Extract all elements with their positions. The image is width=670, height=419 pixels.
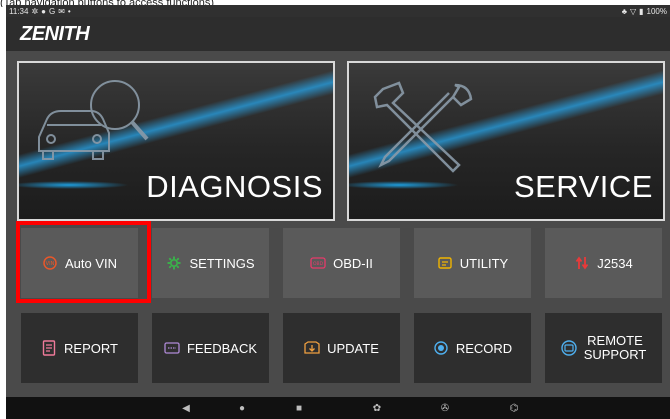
back-icon[interactable]: ◀ xyxy=(176,397,196,419)
screenshot-icon[interactable]: ⌬ xyxy=(504,397,524,419)
diagnosis-button[interactable]: DIAGNOSIS xyxy=(17,61,335,221)
vin-icon: VIN xyxy=(42,255,58,271)
utility-button[interactable]: UTILITY xyxy=(414,228,531,298)
app-bar: ZENITH xyxy=(6,17,670,51)
j2534-icon xyxy=(574,255,590,271)
feedback-button[interactable]: FEEDBACK xyxy=(152,313,269,383)
service-label: SERVICE xyxy=(513,169,653,204)
obd-ii-button[interactable]: OBD OBD-II xyxy=(283,228,400,298)
gear-icon xyxy=(166,255,182,271)
battery-icon: ▮ xyxy=(639,6,644,16)
feedback-label: FEEDBACK xyxy=(186,340,258,356)
home-icon[interactable]: ● xyxy=(232,397,252,419)
remote-support-button[interactable]: REMOTE SUPPORT xyxy=(545,313,662,383)
update-button[interactable]: UPDATE xyxy=(283,313,400,383)
hero-glow xyxy=(19,181,129,189)
remote-support-label-line2: SUPPORT xyxy=(583,347,647,362)
dot-icon: • xyxy=(67,6,71,16)
record-label: RECORD xyxy=(455,340,513,356)
remote-support-label-line1: REMOTE xyxy=(587,333,643,348)
j2534-button[interactable]: J2534 xyxy=(545,228,662,298)
service-button[interactable]: SERVICE xyxy=(347,61,665,221)
battery-level: 100% xyxy=(646,6,667,16)
report-icon xyxy=(41,340,57,356)
svg-text:VIN: VIN xyxy=(46,261,55,267)
navigation-bar: ◀ ● ■ ✿ ✇ ⌬ xyxy=(6,397,670,419)
feedback-icon xyxy=(164,340,180,356)
recents-icon[interactable]: ■ xyxy=(289,397,309,419)
assistant-icon[interactable]: ✇ xyxy=(435,397,455,419)
hero-glow xyxy=(349,181,459,189)
diagnosis-label: DIAGNOSIS xyxy=(146,169,323,204)
auto-vin-button[interactable]: VIN Auto VIN xyxy=(21,228,138,298)
j2534-label: J2534 xyxy=(597,255,633,271)
car-search-icon xyxy=(38,80,149,160)
wifi-icon: ▽ xyxy=(629,6,637,16)
main-content: DIAGNOSIS SERVICE VIN Auto VIN SETTINGS … xyxy=(6,51,670,397)
record-button[interactable]: RECORD xyxy=(414,313,531,383)
record-icon xyxy=(433,340,449,356)
update-label: UPDATE xyxy=(327,340,379,356)
obd-ii-label: OBD-II xyxy=(333,255,373,271)
settings-button[interactable]: SETTINGS xyxy=(152,228,269,298)
settings-label: SETTINGS xyxy=(189,255,255,271)
obd-icon: OBD xyxy=(310,255,326,271)
tools-icon xyxy=(373,81,473,173)
remote-support-icon xyxy=(560,340,577,356)
status-time: 11:34 xyxy=(9,6,29,16)
utility-label: UTILITY xyxy=(459,255,509,271)
utility-icon xyxy=(437,255,453,271)
g-icon: G xyxy=(48,6,56,16)
message-icon: ✉ xyxy=(58,6,65,16)
auto-vin-label: Auto VIN xyxy=(64,255,118,271)
user-icon: ♣ xyxy=(621,6,627,16)
circle-icon: ● xyxy=(41,6,46,16)
report-label: REPORT xyxy=(64,340,118,356)
gear-icon: ✲ xyxy=(31,6,39,16)
status-bar: 11:34 ✲ ● G ✉ • ♣ ▽ ▮ 100% xyxy=(6,5,670,17)
settings-icon[interactable]: ✿ xyxy=(367,397,387,419)
tablet-screen: 11:34 ✲ ● G ✉ • ♣ ▽ ▮ 100% ZENITH DIAGNO… xyxy=(6,5,670,419)
update-icon xyxy=(304,340,320,356)
zenith-logo: ZENITH xyxy=(20,22,90,45)
report-button[interactable]: REPORT xyxy=(21,313,138,383)
svg-text:OBD: OBD xyxy=(313,261,324,267)
